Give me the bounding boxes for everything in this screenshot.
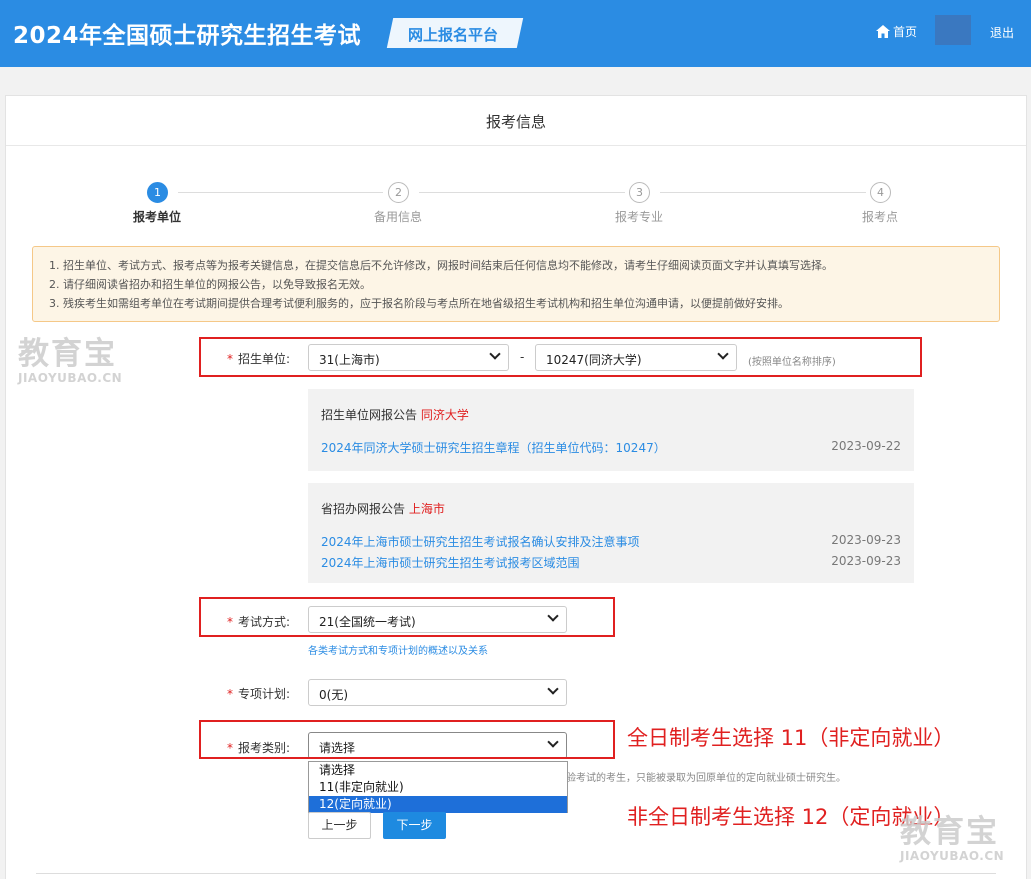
chevron-down-icon — [547, 683, 559, 695]
exam-method-overview-link[interactable]: 各类考试方式和专项计划的概述以及关系 — [308, 642, 488, 657]
notice-box: 1. 招生单位、考试方式、报考点等为报考关键信息，在提交信息后不允许修改，网报时… — [32, 246, 1000, 322]
category-note: 验考试的考生，只能被录取为回原单位的定向就业硕士研究生。 — [566, 773, 846, 784]
special-plan-select[interactable]: 0(无) — [308, 679, 567, 706]
main-card: 报考信息 1 报考单位 2 备用信息 3 报考专业 4 报考点 1. 招生单位、… — [5, 95, 1027, 879]
school-notice-date: 2023-09-22 — [831, 439, 901, 453]
highlight-box — [199, 597, 615, 637]
step-connector — [178, 192, 383, 193]
province-notice-link[interactable]: 2024年上海市硕士研究生招生考试报考区域范围 — [321, 554, 580, 571]
province-notice-title: 省招办网报公告 上海市 — [321, 502, 445, 516]
highlight-box — [199, 720, 615, 759]
notice-line: 2. 请仔细阅读省招办和招生单位的网报公告，以免导致报名无效。 — [49, 278, 371, 291]
home-link[interactable]: 首页 — [876, 23, 917, 40]
step-connector — [419, 192, 625, 193]
school-notice-link[interactable]: 2024年同济大学硕士研究生招生章程（招生单位代码：10247） — [321, 439, 666, 456]
watermark-logo: 教育宝 JIAOYUBAO.CN — [900, 814, 1005, 863]
watermark-logo: 教育宝 JIAOYUBAO.CN — [18, 336, 123, 385]
top-bar: 2024年全国硕士研究生招生考试 网上报名平台 首页 退出 — [0, 0, 1031, 67]
app-title: 2024年全国硕士研究生招生考试 — [13, 23, 362, 49]
step-1-label: 报考单位 — [133, 210, 182, 224]
next-button[interactable]: 下一步 — [383, 812, 446, 839]
step-2-circle: 2 — [388, 182, 409, 203]
province-notice-box: 省招办网报公告 上海市 2024年上海市硕士研究生招生考试报名确认安排及注意事项… — [308, 483, 914, 583]
annotation-fulltime: 全日制考生选择 11（非定向就业） — [627, 726, 955, 750]
school-notice-box: 招生单位网报公告 同济大学 2024年同济大学硕士研究生招生章程（招生单位代码：… — [308, 389, 914, 471]
step-3-circle: 3 — [629, 182, 650, 203]
highlight-box — [199, 337, 922, 377]
category-dropdown: 请选择 11(非定向就业) 12(定向就业) — [308, 761, 568, 813]
school-notice-title: 招生单位网报公告 同济大学 — [321, 408, 469, 422]
province-notice-date: 2023-09-23 — [831, 554, 901, 568]
divider — [36, 873, 996, 874]
avatar[interactable] — [935, 15, 971, 45]
notice-line: 1. 招生单位、考试方式、报考点等为报考关键信息，在提交信息后不允许修改，网报时… — [49, 259, 833, 272]
province-notice-link[interactable]: 2024年上海市硕士研究生招生考试报名确认安排及注意事项 — [321, 533, 640, 550]
home-label: 首页 — [893, 25, 918, 39]
card-title: 报考信息 — [485, 113, 546, 131]
step-1-circle: 1 — [147, 182, 168, 203]
step-4-circle: 4 — [870, 182, 891, 203]
notice-line: 3. 残疾考生如需组考单位在考试期间提供合理考试便利服务的，应于报名阶段与考点所… — [49, 297, 789, 310]
prev-button[interactable]: 上一步 — [308, 812, 371, 839]
province-notice-date: 2023-09-23 — [831, 533, 901, 547]
card-header: 报考信息 — [6, 96, 1026, 146]
logout-link[interactable]: 退出 — [990, 24, 1014, 41]
step-4-label: 报考点 — [862, 210, 899, 224]
step-2-label: 备用信息 — [374, 210, 423, 224]
platform-badge: 网上报名平台 — [408, 26, 499, 44]
home-icon — [876, 25, 890, 38]
dropdown-option[interactable]: 11(非定向就业) — [309, 779, 567, 796]
step-connector — [660, 192, 866, 193]
plan-label: * 专项计划: — [227, 687, 291, 701]
dropdown-option-selected[interactable]: 12(定向就业) — [309, 796, 567, 813]
dropdown-option[interactable]: 请选择 — [309, 762, 567, 779]
step-3-label: 报考专业 — [615, 210, 664, 224]
